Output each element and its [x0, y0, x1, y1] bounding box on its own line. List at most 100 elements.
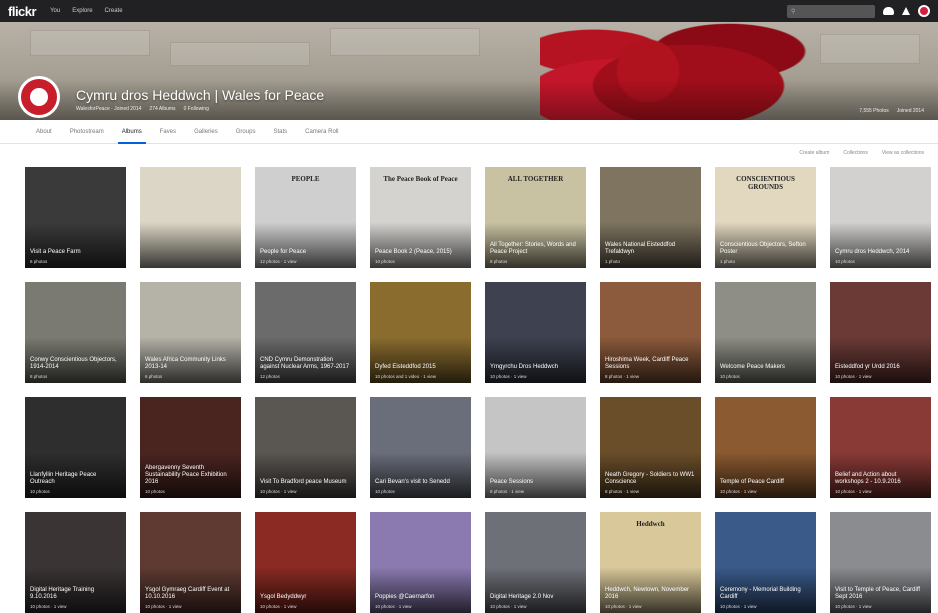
album-card[interactable]: Welcome Peace Makers 10 photos — [715, 282, 816, 383]
album-overlay — [140, 222, 241, 268]
album-card[interactable]: Heddwch Heddwch, Newtown, November 2016 10… — [600, 512, 701, 613]
view-as-collections-link[interactable]: View as collections — [882, 150, 924, 156]
tab-camera-roll[interactable]: Camera Roll — [305, 129, 338, 135]
album-title: CND Cymru Demonstration against Nuclear … — [260, 357, 350, 370]
album-card[interactable]: Temple of Peace Cardiff 10 photos · 1 vie… — [715, 397, 816, 498]
album-card[interactable] — [140, 167, 241, 268]
album-card[interactable]: Eisteddfod yr Urdd 2016 10 photos · 1 vie… — [830, 282, 931, 383]
album-count: 6 photos — [145, 374, 163, 379]
tab-about[interactable]: About — [36, 129, 52, 135]
album-count: 10 photos — [835, 259, 855, 264]
album-card[interactable]: Dyfed Eisteddfod 2015 10 photos and 1 vid… — [370, 282, 471, 383]
album-count: 10 photos — [720, 374, 740, 379]
user-avatar-icon[interactable] — [918, 5, 930, 17]
page-title: Cymru dros Heddwch | Wales for Peace — [76, 87, 325, 103]
album-count: 10 photos — [145, 489, 165, 494]
wall-texture — [170, 42, 310, 66]
album-card[interactable]: Ysgol Bedyddwyr 10 photos · 1 view — [255, 512, 356, 613]
album-count: 12 photos · 1 view — [260, 259, 297, 264]
album-grid: Visit a Peace Farm 6 photos PEOPLE People f… — [25, 167, 931, 613]
album-title: Peace Book 2 (Peace, 2015) — [375, 249, 452, 255]
album-title: Welcome Peace Makers — [720, 364, 785, 370]
album-card[interactable]: Visit a Peace Farm 6 photos — [25, 167, 126, 268]
group-meta-albums: 274 Albums — [149, 106, 176, 112]
album-card[interactable]: Digital Heritage 2.0 Nov 10 photos · 1 vi… — [485, 512, 586, 613]
album-card[interactable]: Visit To Bradford peace Museum 10 photos … — [255, 397, 356, 498]
album-count: 12 photos — [260, 374, 280, 379]
album-card[interactable]: Digital Heritage Training 9.10.2016 10 ph… — [25, 512, 126, 613]
album-card[interactable]: Cari Bevan's visit to Senedd 10 photos — [370, 397, 471, 498]
album-card[interactable]: Conwy Conscientious Objectors, 1914-2014… — [25, 282, 126, 383]
album-count: 10 photos · 1 view — [605, 604, 642, 609]
create-album-link[interactable]: Create album — [799, 150, 829, 156]
album-title: Llanfyllin Heritage Peace Outreach — [30, 472, 97, 485]
album-count: 10 photos · 1 view — [835, 604, 872, 609]
search-input[interactable]: ⚲ — [787, 4, 875, 18]
album-title: People for Peace — [260, 249, 307, 255]
album-count: 8 photos · 1 view — [605, 374, 640, 379]
album-card[interactable]: CONSCIENTIOUS GROUNDS Conscientious Objec… — [715, 167, 816, 268]
tab-albums[interactable]: Albums — [117, 129, 146, 144]
album-card[interactable]: CND Cymru Demonstration against Nuclear … — [255, 282, 356, 383]
group-meta-owner[interactable]: WalesforPeace · Joined 2014 — [76, 106, 141, 112]
album-card[interactable]: Neath Gregory - Soldiers to WW1 Conscien… — [600, 397, 701, 498]
album-card[interactable]: Peace Sessions 8 photos · 1 view — [485, 397, 586, 498]
collections-link[interactable]: Collections — [843, 150, 867, 156]
album-card[interactable]: Wales Africa Community Links 2013-14 6 ph… — [140, 282, 241, 383]
album-title: Neath Gregory - Soldiers to WW1 Conscien… — [605, 472, 695, 485]
tab-faves[interactable]: Faves — [160, 129, 176, 135]
wall-texture — [330, 28, 480, 56]
album-title: Visit To Bradford peace Museum — [260, 479, 347, 485]
tab-galleries[interactable]: Galleries — [194, 129, 218, 135]
album-card[interactable]: Visit to Temple of Peace, Cardiff Sept 2… — [830, 512, 931, 613]
album-card[interactable]: The Peace Book of Peace Peace Book 2 (Pea… — [370, 167, 471, 268]
album-count: 10 photos — [30, 489, 50, 494]
album-title: Ysgol Bedyddwyr — [260, 594, 307, 600]
avatar-inner-circle — [30, 88, 48, 106]
profile-tabs: About Photostream Albums Faves Galleries… — [0, 120, 938, 144]
tab-stats[interactable]: Stats — [273, 129, 287, 135]
notifications-icon[interactable] — [902, 7, 910, 15]
group-stats: 7,555 Photos Joined 2014 — [859, 108, 924, 114]
album-count: 8 photos · 1 view — [605, 489, 640, 494]
top-navigation-bar: flickr You Explore Create ⚲ — [0, 0, 938, 22]
album-count: 1 photo — [605, 259, 621, 264]
search-icon: ⚲ — [791, 8, 796, 15]
nav-item-explore[interactable]: Explore — [72, 8, 92, 14]
album-card[interactable]: Hiroshima Week, Cardiff Peace Sessions 8 … — [600, 282, 701, 383]
album-count: 10 photos · 1 view — [30, 604, 67, 609]
album-card[interactable]: Cymru dros Heddwch, 2014 10 photos — [830, 167, 931, 268]
album-count: 10 photos · 1 view — [835, 489, 872, 494]
album-title: Ymgyrchu Dros Heddwch — [490, 364, 559, 370]
album-card[interactable]: Llanfyllin Heritage Peace Outreach 10 pho… — [25, 397, 126, 498]
album-title: Peace Sessions — [490, 479, 534, 485]
group-avatar[interactable] — [18, 76, 60, 118]
album-title: Ysgol Gymraeg Cardiff Event at 10.10.201… — [145, 587, 230, 600]
top-right-controls: ⚲ — [787, 4, 930, 18]
wall-texture — [820, 34, 920, 64]
tab-groups[interactable]: Groups — [236, 129, 256, 135]
nav-item-you[interactable]: You — [50, 8, 60, 14]
tab-photostream[interactable]: Photostream — [70, 129, 104, 135]
album-card[interactable]: PEOPLE People for Peace 12 photos · 1 view — [255, 167, 356, 268]
album-title: Dyfed Eisteddfod 2015 — [375, 364, 436, 370]
flickr-logo[interactable]: flickr — [8, 4, 37, 19]
album-card[interactable]: Ymgyrchu Dros Heddwch 10 photos · 1 view — [485, 282, 586, 383]
album-card[interactable]: Wales National Eisteddfod Trefaldwyn 1 ph… — [600, 167, 701, 268]
album-card[interactable]: Belief and Action about workshops 2 - 10… — [830, 397, 931, 498]
album-title: Conscientious Objectors, Sefton Poster — [720, 242, 806, 255]
album-card[interactable]: Ysgol Gymraeg Cardiff Event at 10.10.201… — [140, 512, 241, 613]
album-count: 8 photos — [490, 259, 508, 264]
album-count: 1 photo — [720, 259, 736, 264]
album-card[interactable]: ALL TOGETHER All Together: Stories, Words… — [485, 167, 586, 268]
album-actions: Create album Collections View as collect… — [799, 150, 924, 156]
album-title: Eisteddfod yr Urdd 2016 — [835, 364, 900, 370]
album-card[interactable]: Ceremony - Memorial Building Cardiff 10 p… — [715, 512, 816, 613]
nav-item-create[interactable]: Create — [105, 8, 123, 14]
upload-cloud-icon[interactable] — [883, 7, 894, 15]
album-card[interactable]: Abergavenny Seventh Sustainability Peace… — [140, 397, 241, 498]
album-count: 10 photos · 1 view — [720, 604, 757, 609]
album-title: Abergavenny Seventh Sustainability Peace… — [145, 465, 227, 485]
album-card[interactable]: Poppies @Caernarfon 10 photos · 1 view — [370, 512, 471, 613]
group-meta-following[interactable]: 0 Following — [184, 106, 209, 112]
